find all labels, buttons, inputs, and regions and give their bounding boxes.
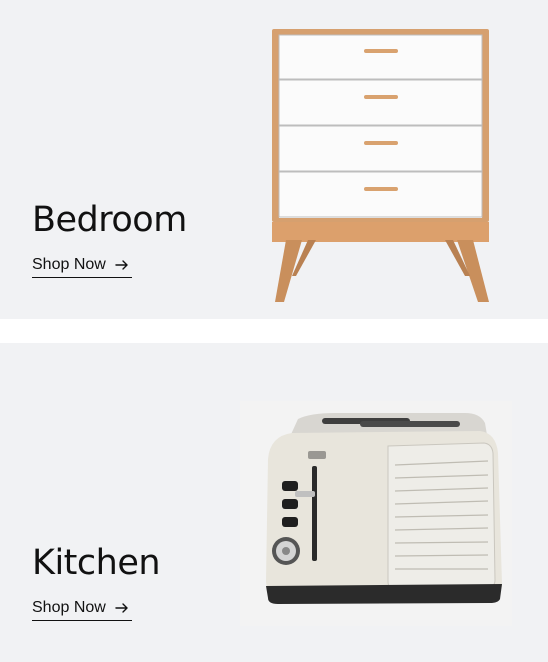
shop-now-link[interactable]: Shop Now xyxy=(32,599,132,621)
dresser-image xyxy=(250,0,520,319)
shop-now-label: Shop Now xyxy=(32,599,106,616)
category-card-bedroom[interactable]: Bedroom Shop Now xyxy=(0,0,548,319)
toaster-image xyxy=(240,401,512,626)
category-card-kitchen[interactable]: Kitchen Shop Now xyxy=(0,343,548,662)
arrow-right-icon xyxy=(115,260,128,270)
arrow-right-icon xyxy=(115,603,128,613)
shop-now-link[interactable]: Shop Now xyxy=(32,256,132,278)
category-title: Kitchen xyxy=(32,543,161,583)
category-title: Bedroom xyxy=(32,200,187,240)
shop-now-label: Shop Now xyxy=(32,256,106,273)
